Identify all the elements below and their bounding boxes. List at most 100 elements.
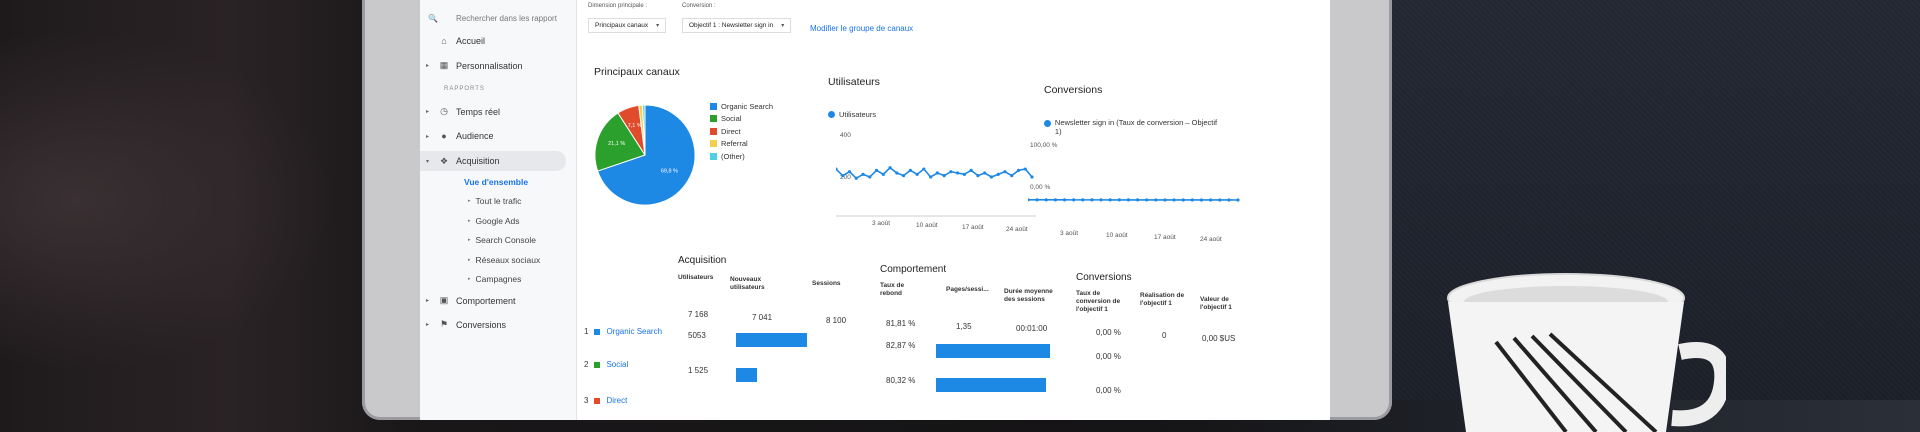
top-channels-legend: Organic Search Social Direct Referral (O… xyxy=(710,100,773,163)
sub-search-console[interactable]: ▸Search Console xyxy=(468,235,536,245)
users-point[interactable] xyxy=(895,171,898,174)
col-new-users[interactable]: Nouveaux utilisateurs xyxy=(730,276,780,292)
total-bounce: 81,81 % xyxy=(886,319,915,328)
users-point[interactable] xyxy=(861,173,864,176)
col-bounce-rate[interactable]: Taux de rebond xyxy=(880,282,916,298)
conversions-point[interactable] xyxy=(1090,198,1093,201)
chevron-down-icon: ▾ xyxy=(781,22,784,29)
users-point[interactable] xyxy=(875,169,878,172)
sub-campaigns[interactable]: ▸Campagnes xyxy=(468,274,521,284)
conversion-dropdown[interactable]: Objectif 1 : Newsletter sign in ▾ xyxy=(682,18,791,33)
conversions-point[interactable] xyxy=(1172,198,1175,201)
conversions-point[interactable] xyxy=(1081,198,1084,201)
users-point[interactable] xyxy=(1010,174,1013,177)
top-channels-pie: 69,8 %21,1 %7,1 % xyxy=(590,100,700,210)
pie-slice-label: 21,1 % xyxy=(608,141,625,147)
nav-audience[interactable]: ▸● Audience xyxy=(426,131,494,141)
users-point[interactable] xyxy=(997,173,1000,176)
col-pages-per-session[interactable]: Pages/sessi... xyxy=(946,286,989,294)
legend-item-organic: Organic Search xyxy=(710,100,773,113)
users-point[interactable] xyxy=(916,173,919,176)
conversions-point[interactable] xyxy=(1154,198,1157,201)
conversions-point[interactable] xyxy=(1200,198,1203,201)
conversions-point[interactable] xyxy=(1236,198,1239,201)
conversions-point[interactable] xyxy=(1063,198,1066,201)
users-point[interactable] xyxy=(1017,169,1020,172)
nav-acquisition[interactable]: ▾❖ Acquisition xyxy=(420,151,566,171)
total-sessions: 8 100 xyxy=(826,316,846,325)
conversions-x-tick: 17 août xyxy=(1154,234,1176,241)
conversions-point[interactable] xyxy=(1209,198,1212,201)
nav-behavior[interactable]: ▸▣ Comportement xyxy=(426,295,516,306)
col-sessions[interactable]: Sessions xyxy=(812,280,841,288)
conversions-point[interactable] xyxy=(1136,198,1139,201)
nav-customization[interactable]: ▸▦ Personnalisation xyxy=(426,60,523,71)
conversions-point[interactable] xyxy=(1127,198,1130,201)
users-point[interactable] xyxy=(936,171,939,174)
users-point[interactable] xyxy=(983,171,986,174)
conversions-x-tick: 24 août xyxy=(1200,236,1222,243)
conversions-point[interactable] xyxy=(1163,198,1166,201)
users-point[interactable] xyxy=(990,175,993,178)
users-point[interactable] xyxy=(970,169,973,172)
legend-label: Utilisateurs xyxy=(839,110,876,119)
users-point[interactable] xyxy=(909,169,912,172)
nav-home[interactable]: ⌂ Accueil xyxy=(426,36,485,46)
col-conversion-rate[interactable]: Taux de conversion de l'objectif 1 xyxy=(1076,290,1132,314)
sub-overview-label: Vue d'ensemble xyxy=(464,177,528,187)
col-goal-completions[interactable]: Réalisation de l'objectif 1 xyxy=(1140,292,1192,308)
conversions-point[interactable] xyxy=(1145,198,1148,201)
conversions-point[interactable] xyxy=(1028,198,1030,201)
users-point[interactable] xyxy=(882,173,885,176)
users-point[interactable] xyxy=(888,166,891,169)
search-input[interactable]: Rechercher dans les rapport xyxy=(456,14,557,23)
users-y-tick: 400 xyxy=(840,132,851,139)
users-legend: Utilisateurs xyxy=(828,108,876,121)
table-row-organic[interactable]: 1 Organic Search xyxy=(584,327,662,336)
users-point[interactable] xyxy=(949,170,952,173)
conversions-point[interactable] xyxy=(1045,198,1048,201)
table-row-direct[interactable]: 3 Direct xyxy=(584,396,627,405)
users-point[interactable] xyxy=(848,170,851,173)
users-point[interactable] xyxy=(929,175,932,178)
users-point[interactable] xyxy=(943,174,946,177)
users-point[interactable] xyxy=(855,177,858,180)
conversions-point[interactable] xyxy=(1036,198,1039,201)
col-avg-duration[interactable]: Durée moyenne des sessions xyxy=(1004,288,1054,304)
users-point[interactable] xyxy=(1003,170,1006,173)
sub-all-traffic[interactable]: ▸Tout le trafic xyxy=(468,196,521,206)
table-row-social[interactable]: 2 Social xyxy=(584,360,628,369)
row-users-bar xyxy=(736,368,757,382)
conversions-point[interactable] xyxy=(1109,198,1112,201)
conversion-label: Conversion : xyxy=(682,3,716,9)
conversions-point[interactable] xyxy=(1118,198,1121,201)
conversions-point[interactable] xyxy=(1227,198,1230,201)
users-point[interactable] xyxy=(976,174,979,177)
primary-dimension-dropdown[interactable]: Principaux canaux ▾ xyxy=(588,18,666,33)
search-row[interactable]: 🔍 Rechercher dans les rapport xyxy=(428,14,557,23)
users-point[interactable] xyxy=(868,175,871,178)
sub-google-ads[interactable]: ▸Google Ads xyxy=(468,216,519,226)
users-point[interactable] xyxy=(1024,167,1027,170)
users-point[interactable] xyxy=(902,174,905,177)
conversions-point[interactable] xyxy=(1072,198,1075,201)
users-point[interactable] xyxy=(922,167,925,170)
col-goal-value[interactable]: Valeur de l'objectif 1 xyxy=(1200,296,1250,312)
conversions-point[interactable] xyxy=(1182,198,1185,201)
conversions-point[interactable] xyxy=(1099,198,1102,201)
conversions-point[interactable] xyxy=(1054,198,1057,201)
users-point[interactable] xyxy=(841,174,844,177)
sub-overview[interactable]: Vue d'ensemble xyxy=(464,177,528,187)
users-point[interactable] xyxy=(956,171,959,174)
nav-realtime[interactable]: ▸◷ Temps réel xyxy=(426,106,500,117)
sub-social-networks[interactable]: ▸Réseaux sociaux xyxy=(468,255,540,265)
conversions-point[interactable] xyxy=(1218,198,1221,201)
col-users[interactable]: Utilisateurs xyxy=(678,274,713,282)
conversions-point[interactable] xyxy=(1191,198,1194,201)
users-point[interactable] xyxy=(963,173,966,176)
total-new-users: 7 041 xyxy=(752,313,772,322)
legend-label: Social xyxy=(721,114,741,123)
users-x-tick: 17 août xyxy=(962,224,984,231)
nav-conversions[interactable]: ▸⚑ Conversions xyxy=(426,319,506,330)
modify-channel-group-link[interactable]: Modifier le groupe de canaux xyxy=(810,24,913,33)
